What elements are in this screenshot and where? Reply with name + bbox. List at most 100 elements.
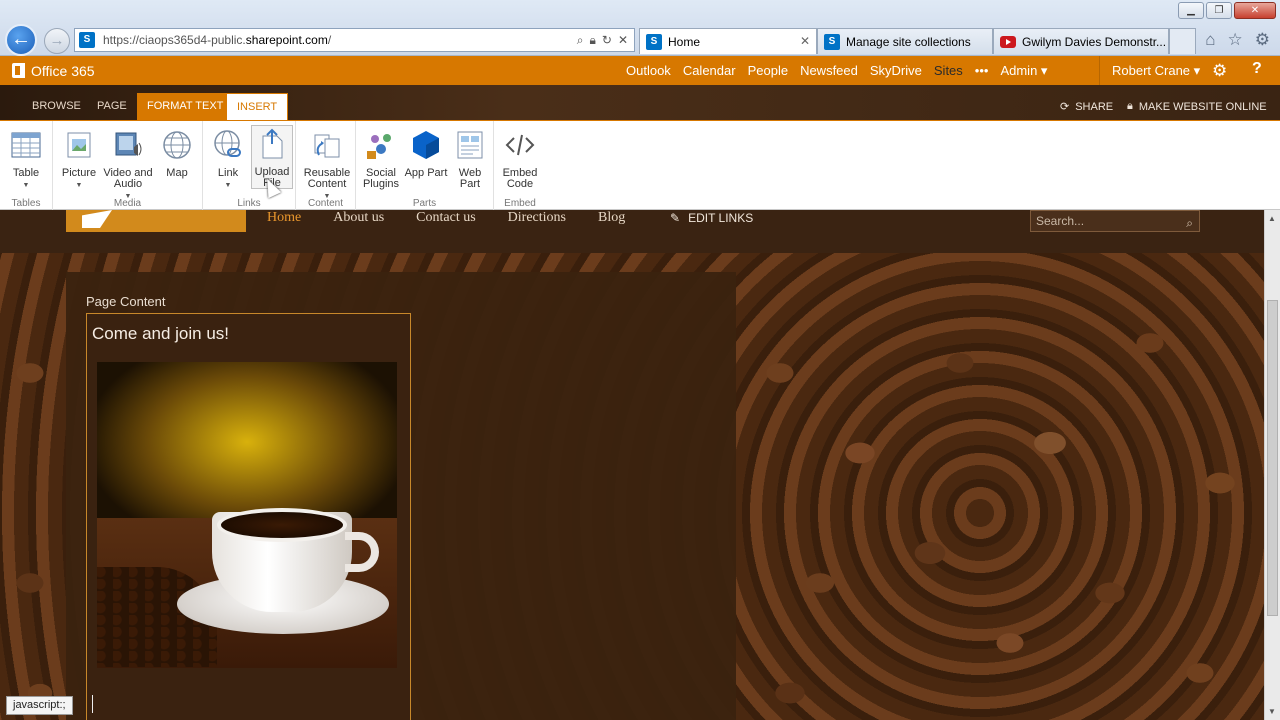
- vertical-scrollbar[interactable]: ▲ ▼: [1264, 210, 1280, 720]
- back-button[interactable]: ←: [5, 24, 37, 56]
- gear-icon[interactable]: ⚙: [1255, 30, 1270, 50]
- tab-label: Home: [668, 34, 701, 49]
- video-audio-button[interactable]: Video and Audio ▼: [103, 127, 153, 202]
- link-icon: [214, 130, 241, 157]
- restore-button[interactable]: ❐: [1206, 2, 1232, 19]
- group-label: Parts: [412, 198, 437, 209]
- stop-icon[interactable]: ✕: [618, 33, 628, 48]
- button-label: Table: [12, 167, 40, 179]
- group-label: Embed: [504, 198, 536, 209]
- new-tab-button[interactable]: [1169, 28, 1196, 54]
- button-label: Embed Code: [502, 167, 538, 190]
- dropdown-caret-icon: ▼: [22, 182, 30, 189]
- address-bar[interactable]: S https://ciaops365d4-public.sharepoint.…: [74, 28, 635, 52]
- brand-label: Office 365: [31, 62, 95, 79]
- office365-logo[interactable]: Office 365: [12, 63, 95, 79]
- app-part-button[interactable]: App Part: [404, 127, 448, 179]
- tab-page[interactable]: PAGE: [87, 93, 137, 120]
- tab-insert[interactable]: INSERT: [226, 93, 289, 120]
- suite-nav: Outlook Calendar People Newsfeed SkyDriv…: [620, 56, 1053, 85]
- suite-bar: Office 365 Outlook Calendar People Newsf…: [0, 56, 1280, 85]
- button-label: Picture: [61, 167, 97, 179]
- group-label: Tables: [11, 198, 41, 209]
- suite-link-calendar[interactable]: Calendar: [683, 63, 736, 78]
- tab-format-text[interactable]: FORMAT TEXT: [137, 93, 234, 120]
- home-icon[interactable]: ⌂: [1205, 30, 1215, 50]
- video-icon: [115, 132, 142, 156]
- embed-code-button[interactable]: Embed Code: [498, 127, 542, 190]
- close-window-button[interactable]: ✕: [1234, 2, 1276, 19]
- group-media: Picture ▼ Video and Audio ▼ Map Media: [53, 121, 203, 211]
- picture-icon: [67, 132, 91, 158]
- share-button[interactable]: ⟳ SHARE: [1060, 93, 1113, 120]
- dropdown-caret-icon: ▼: [224, 182, 232, 189]
- tab-youtube[interactable]: Gwilym Davies Demonstr...: [993, 28, 1169, 54]
- edit-links-label: EDIT LINKS: [688, 211, 754, 225]
- make-online-label: MAKE WEBSITE ONLINE: [1138, 100, 1267, 113]
- page-content-label: Page Content: [86, 294, 166, 309]
- tab-home[interactable]: S Home ✕: [639, 28, 817, 54]
- tab-browse[interactable]: BROWSE: [22, 93, 91, 120]
- scroll-down-icon[interactable]: ▼: [1268, 707, 1276, 716]
- settings-gear-icon[interactable]: ⚙: [1212, 61, 1227, 81]
- forward-button[interactable]: →: [44, 28, 70, 54]
- nav-contact-us[interactable]: Contact us: [416, 210, 476, 230]
- button-label: Map: [166, 167, 188, 179]
- page-heading[interactable]: Come and join us!: [92, 324, 229, 344]
- suite-link-outlook[interactable]: Outlook: [626, 63, 671, 78]
- group-label: Media: [113, 198, 142, 209]
- tab-label: Gwilym Davies Demonstr...: [1022, 34, 1167, 49]
- address-url[interactable]: https://ciaops365d4-public.sharepoint.co…: [103, 33, 577, 47]
- group-label: Links: [237, 198, 261, 209]
- search-icon[interactable]: ⌕: [577, 33, 584, 48]
- group-content: Reusable Content ▼ Content: [296, 121, 356, 211]
- link-button[interactable]: Link ▼: [206, 127, 250, 191]
- reusable-content-button[interactable]: Reusable Content ▼: [302, 127, 352, 202]
- suite-more[interactable]: •••: [975, 63, 989, 78]
- social-plugins-button[interactable]: Social Plugins: [359, 127, 403, 190]
- star-icon[interactable]: ☆: [1228, 30, 1243, 50]
- user-menu[interactable]: Robert Crane ▾: [1099, 56, 1200, 85]
- globe-icon: [163, 131, 191, 159]
- coffee-cup-image[interactable]: [97, 362, 397, 668]
- site-logo[interactable]: [66, 210, 246, 232]
- page-content-editor[interactable]: Come and join us!: [86, 313, 411, 720]
- coffee: [217, 508, 347, 542]
- button-label: App Part: [404, 167, 448, 179]
- status-tooltip: javascript:;: [6, 696, 73, 715]
- suite-link-people[interactable]: People: [748, 63, 788, 78]
- scroll-up-icon[interactable]: ▲: [1268, 214, 1276, 223]
- web-part-icon: [457, 131, 483, 159]
- search-input[interactable]: Search... ⌕: [1030, 210, 1200, 232]
- ribbon-tab-bar: BROWSE PAGE FORMAT TEXT INSERT ⟳ SHARE 🔒…: [0, 85, 1280, 120]
- minimize-button[interactable]: ▁: [1178, 2, 1204, 19]
- nav-about-us[interactable]: About us: [333, 210, 384, 230]
- make-website-online-button[interactable]: 🔒︎ MAKE WEBSITE ONLINE: [1127, 93, 1267, 120]
- refresh-icon[interactable]: ↻: [602, 33, 612, 48]
- pencil-icon: ✎: [670, 211, 681, 225]
- suite-link-admin[interactable]: Admin ▾: [1000, 63, 1047, 79]
- picture-button[interactable]: Picture ▼: [57, 127, 101, 191]
- sharepoint-icon: S: [824, 33, 840, 50]
- ribbon: Table ▼ Tables Picture ▼ Video and Audio…: [0, 120, 1280, 211]
- share-icon: ⟳: [1060, 101, 1070, 113]
- site-navbar: Home About us Contact us Directions Blog…: [0, 210, 1264, 253]
- suite-link-newsfeed[interactable]: Newsfeed: [800, 63, 858, 78]
- nav-directions[interactable]: Directions: [508, 210, 566, 230]
- tab-label: Manage site collections: [846, 34, 971, 49]
- nav-blog[interactable]: Blog: [598, 210, 625, 230]
- map-button[interactable]: Map: [155, 127, 199, 179]
- suite-link-skydrive[interactable]: SkyDrive: [870, 63, 922, 78]
- scroll-thumb[interactable]: [1267, 300, 1278, 616]
- help-icon[interactable]: ?: [1252, 60, 1262, 78]
- suite-link-sites[interactable]: Sites: [934, 63, 963, 78]
- edit-links-button[interactable]: ✎ EDIT LINKS: [670, 211, 753, 225]
- search-icon[interactable]: ⌕: [1186, 213, 1193, 233]
- lock-icon[interactable]: 🔒︎: [589, 33, 595, 48]
- table-button[interactable]: Table ▼: [4, 127, 48, 191]
- nav-home[interactable]: Home: [267, 210, 301, 230]
- browser-chrome: ▁ ❐ ✕ ← → S https://ciaops365d4-public.s…: [0, 0, 1280, 56]
- close-icon[interactable]: ✕: [800, 34, 810, 48]
- tab-manage-site-collections[interactable]: S Manage site collections: [817, 28, 993, 54]
- web-part-button[interactable]: Web Part: [448, 127, 492, 190]
